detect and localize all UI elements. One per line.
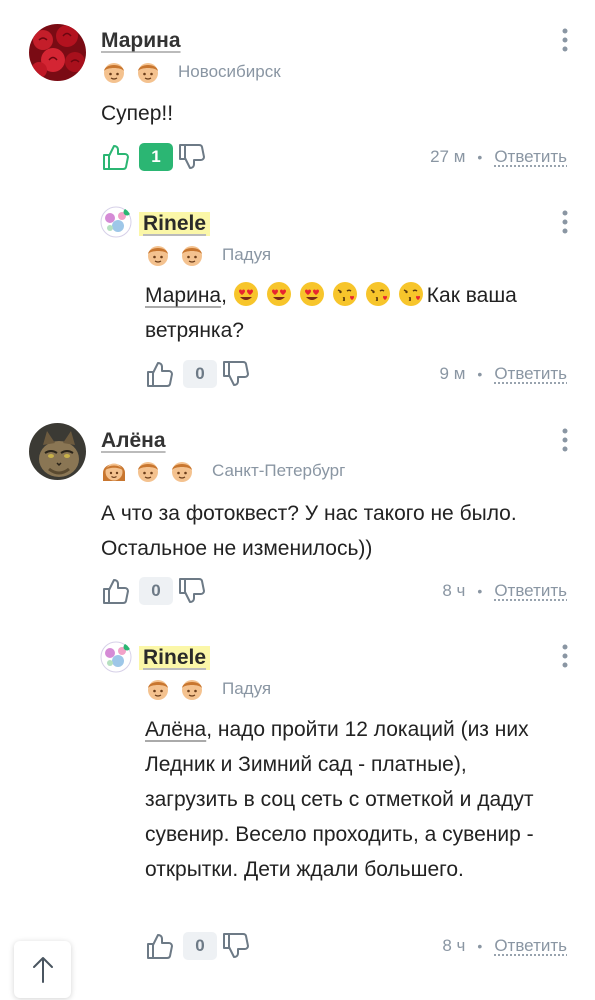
timestamp: 27 м [430,147,466,166]
like-count: 0 [139,577,173,605]
dislike-icon[interactable] [221,931,251,961]
avatar-roses-image [29,24,86,81]
dislike-icon[interactable] [221,359,251,389]
scroll-to-top-button[interactable] [14,941,71,998]
separator-dot: • [477,938,483,954]
more-icon[interactable] [561,27,569,53]
reply-link[interactable]: Ответить [494,364,567,384]
comment: Марина Новосибирск Супер!! 1 27 м • Отве… [0,0,595,190]
avatar-flower-image [100,206,132,238]
reply-link[interactable]: Ответить [494,581,567,601]
like-icon[interactable] [101,576,131,606]
separator-dot: • [477,583,483,599]
badge-face-icon [146,243,170,267]
author-name[interactable]: Алёна [101,429,166,453]
avatar[interactable] [29,423,86,480]
vote-controls: 0 [145,357,251,391]
separator-dot: • [477,149,483,165]
comment-footer: 27 м • Ответить [430,140,567,174]
avatar-cat-image [29,423,86,480]
mention-comma: , [221,284,233,307]
author-meta: Новосибирск [102,59,281,85]
reply-link[interactable]: Ответить [494,147,567,167]
like-count: 0 [183,932,217,960]
like-count: 1 [139,143,173,171]
separator-dot: • [477,366,483,382]
comment-reply: Rinele Падуя Алёна, надо пройти 12 локац… [0,625,595,1000]
vote-controls: 1 [101,140,207,174]
arrow-up-icon [32,956,53,983]
heart-eyes-emoji [299,281,325,307]
avatar[interactable] [29,24,86,81]
kiss-emoji [398,281,424,307]
mention-link[interactable]: Алёна [145,718,206,741]
author-name[interactable]: Марина [101,29,181,53]
author-city: Падуя [222,245,272,264]
like-icon[interactable] [145,931,175,961]
author-city: Санкт-Петербург [212,461,346,480]
heart-eyes-emoji [233,281,259,307]
more-icon[interactable] [561,643,569,669]
mention-link[interactable]: Марина [145,284,221,307]
author-meta: Падуя [146,242,271,268]
author-meta: Санкт-Петербург [102,458,345,484]
timestamp: 8 ч [442,936,466,955]
author-name[interactable]: Rinele [139,646,211,670]
dislike-icon[interactable] [177,576,207,606]
badge-face-icon [102,459,126,483]
comment-reply: Rinele Падуя Марина, Как ваша ветрянка? … [0,190,595,410]
author-name[interactable]: Rinele [139,212,211,236]
timestamp: 8 ч [442,581,466,600]
like-icon[interactable] [101,142,131,172]
like-count: 0 [183,360,217,388]
comment-body: , надо пройти 12 локаций (из них Ледник … [145,718,534,881]
comment-text: Марина, Как ваша ветрянка? [145,278,565,348]
badge-face-icon [180,677,204,701]
kiss-emoji [332,281,358,307]
author-meta: Падуя [146,676,271,702]
more-icon[interactable] [561,209,569,235]
comment-text: Супер!! [101,102,174,125]
badge-face-icon [102,60,126,84]
comment-footer: 9 м • Ответить [440,357,567,391]
comment-text: Алёна, надо пройти 12 локаций (из них Ле… [145,712,565,887]
vote-controls: 0 [145,929,251,963]
timestamp: 9 м [439,364,466,383]
comment-text: А что за фотоквест? У нас такого не было… [101,502,517,560]
badge-face-icon [170,459,194,483]
avatar[interactable] [100,641,132,673]
comment-footer: 8 ч • Ответить [442,574,567,608]
reply-link[interactable]: Ответить [494,936,567,956]
vote-controls: 0 [101,574,207,608]
author-city: Падуя [222,679,272,698]
kiss-emoji [365,281,391,307]
badge-face-icon [136,60,160,84]
comment-footer: 8 ч • Ответить [442,929,567,963]
like-icon[interactable] [145,359,175,389]
avatar[interactable] [100,206,132,238]
dislike-icon[interactable] [177,142,207,172]
heart-eyes-emoji [266,281,292,307]
more-icon[interactable] [561,427,569,453]
author-city: Новосибирск [178,62,281,81]
avatar-flower-image [100,641,132,673]
badge-face-icon [136,459,160,483]
badge-face-icon [146,677,170,701]
comment: Алёна Санкт-Петербург А что за фотоквест… [0,410,595,625]
badge-face-icon [180,243,204,267]
